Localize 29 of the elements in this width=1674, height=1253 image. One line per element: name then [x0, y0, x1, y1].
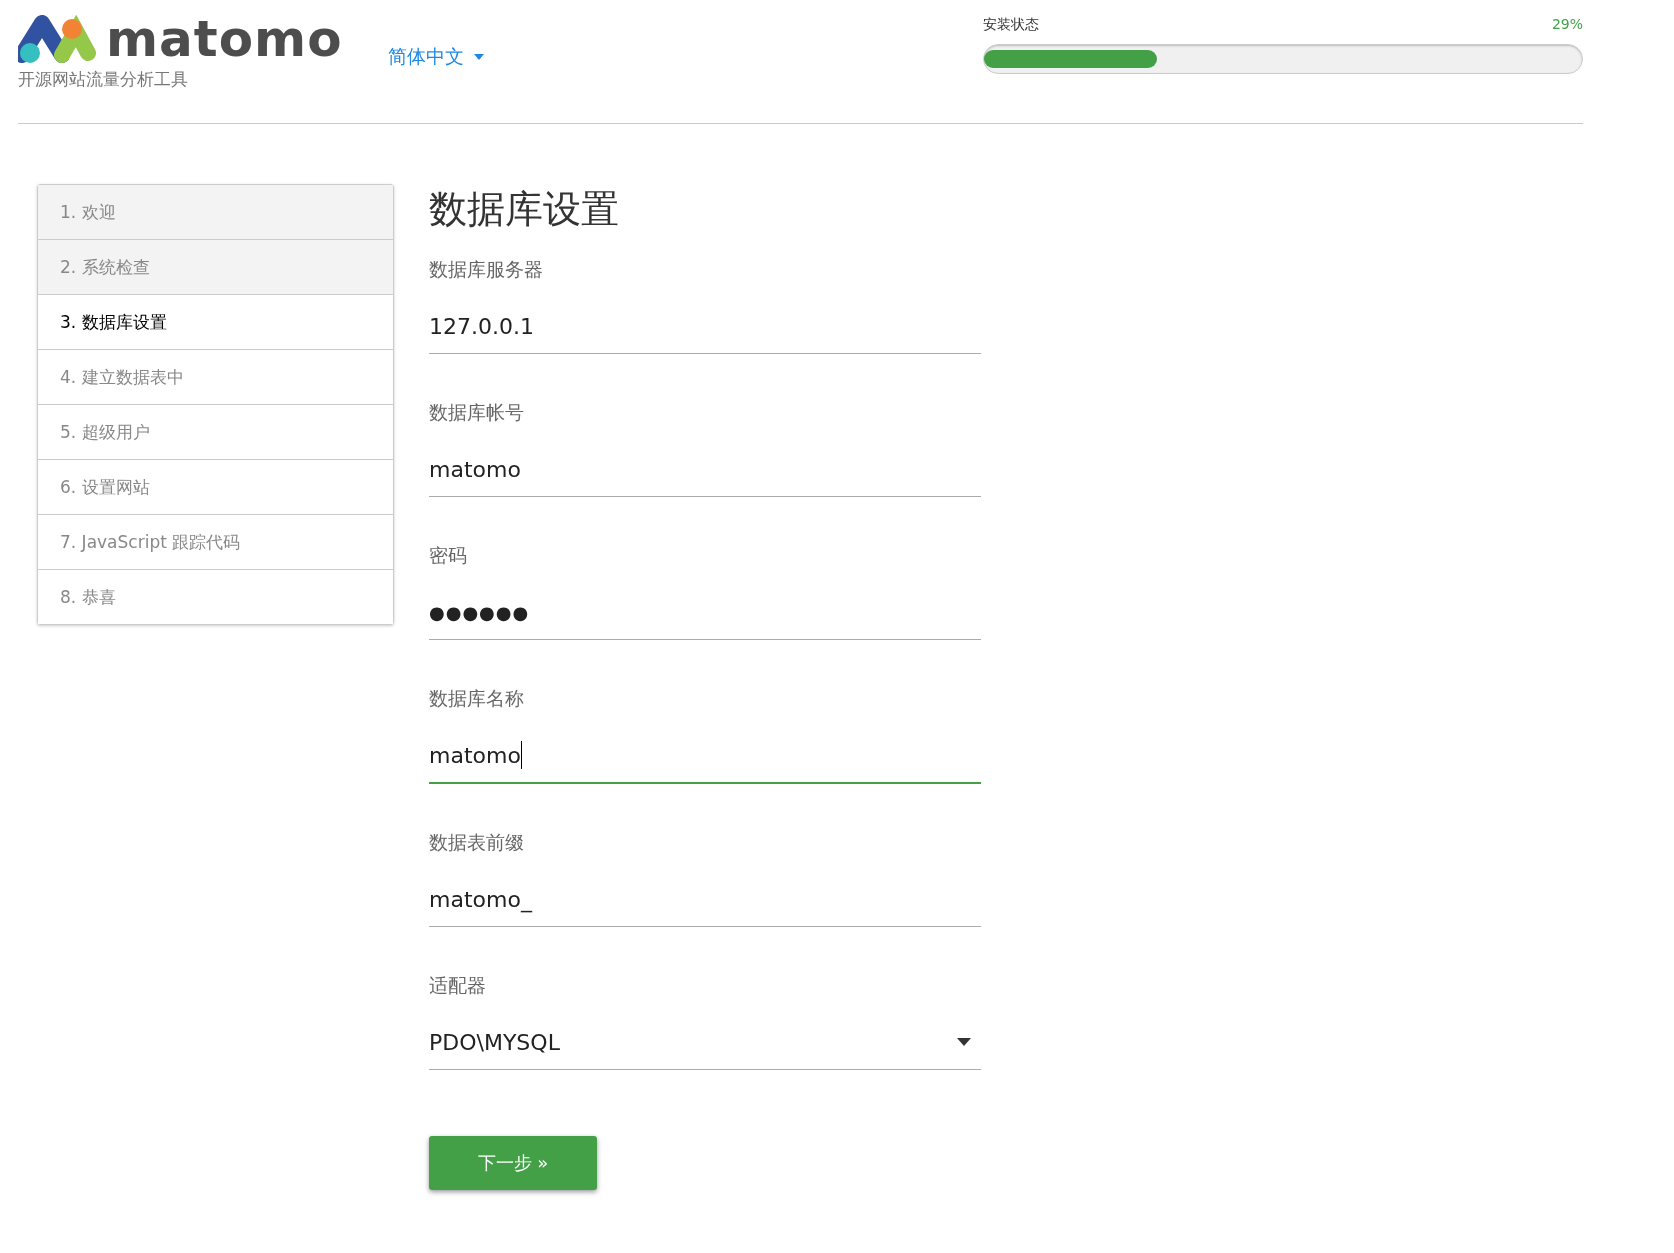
progress-label: 安装状态	[983, 16, 1039, 34]
input-field[interactable]: 127.0.0.1	[429, 299, 981, 354]
step-item: 5. 超级用户	[38, 404, 393, 459]
field-label: 密码	[429, 543, 468, 568]
language-dropdown[interactable]: 简体中文	[388, 44, 968, 70]
step-item: 8. 恭喜	[38, 569, 393, 624]
step-item: 3. 数据库设置	[38, 294, 393, 349]
progress-percent: 29%	[1551, 16, 1583, 34]
field-label: 数据库名称	[429, 686, 525, 711]
step-item: 7. JavaScript 跟踪代码	[38, 514, 393, 569]
tagline: 开源网站流量分析工具	[18, 68, 189, 91]
adapter-select[interactable]: PDO\MYSQL	[429, 1015, 981, 1070]
page-title: 数据库设置	[429, 186, 620, 233]
step-item: 4. 建立数据表中	[38, 349, 393, 404]
step-item: 2. 系统检查	[38, 239, 393, 294]
input-field[interactable]: matomo_	[429, 872, 981, 927]
input-field[interactable]: matomo	[429, 442, 981, 497]
logo-mark-icon	[18, 15, 98, 63]
step-item: 6. 设置网站	[38, 459, 393, 514]
password-field[interactable]: ●●●●●●	[429, 585, 981, 640]
caret-icon	[957, 1038, 971, 1046]
field-label: 适配器	[429, 973, 487, 998]
step-item: 1. 欢迎	[38, 185, 393, 239]
field-label: 数据表前缀	[429, 830, 525, 855]
logo-text: matomo	[106, 14, 343, 64]
field-label: 数据库服务器	[429, 257, 544, 282]
field-label: 数据库帐号	[429, 400, 525, 425]
input-field[interactable]: matomo	[429, 728, 981, 784]
caret-icon	[474, 54, 484, 60]
